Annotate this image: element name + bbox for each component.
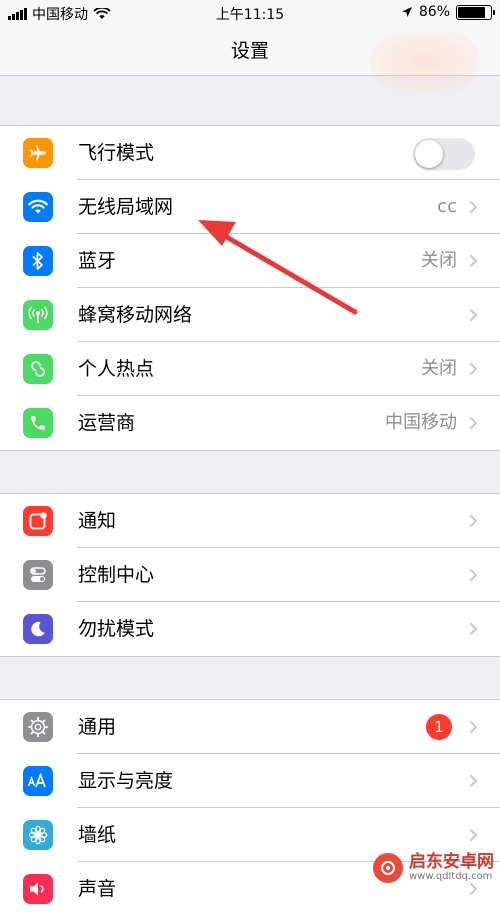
setting-label: 通用 bbox=[78, 716, 117, 738]
chevron-right-icon bbox=[469, 774, 478, 788]
chevron-right-icon bbox=[469, 362, 478, 376]
notifications-icon bbox=[23, 506, 53, 536]
control-center-icon bbox=[23, 560, 53, 590]
settings-row-do-not-disturb[interactable]: 勿扰模式 bbox=[0, 602, 500, 656]
settings-row-wifi[interactable]: 无线局域网 cc bbox=[0, 180, 500, 234]
settings-row-airplane-mode[interactable]: 飞行模式 bbox=[0, 126, 500, 180]
display-aa-icon bbox=[23, 766, 53, 796]
phone-icon bbox=[23, 408, 53, 438]
navigation-bar: 设置 bbox=[0, 26, 500, 92]
flower-icon bbox=[23, 820, 53, 850]
status-bar: 中国移动 上午11:15 86% bbox=[0, 0, 500, 26]
setting-label: 显示与亮度 bbox=[78, 770, 174, 792]
setting-label: 蜂窝移动网络 bbox=[78, 304, 193, 326]
setting-label: 个人热点 bbox=[78, 358, 155, 380]
hotspot-icon bbox=[23, 354, 53, 384]
setting-label: 声音 bbox=[78, 878, 117, 900]
chevron-right-icon bbox=[469, 308, 478, 322]
chevron-right-icon bbox=[469, 254, 478, 268]
battery-icon bbox=[456, 4, 495, 20]
moon-icon bbox=[23, 614, 53, 644]
setting-value: 关闭 bbox=[421, 250, 457, 271]
location-arrow-icon bbox=[401, 7, 412, 17]
setting-label: 蓝牙 bbox=[78, 250, 117, 272]
page-title: 设置 bbox=[230, 40, 269, 62]
airplane-mode-toggle[interactable] bbox=[413, 138, 475, 170]
settings-group-general: 通用 1 显示与亮度 墙纸 声音 bbox=[0, 699, 500, 916]
settings-row-bluetooth[interactable]: 蓝牙 关闭 bbox=[0, 234, 500, 288]
setting-label: 无线局域网 bbox=[78, 196, 174, 218]
setting-label: 运营商 bbox=[78, 412, 136, 434]
settings-group-connectivity: 飞行模式 无线局域网 cc 蓝牙 关闭 蜂窝移动网络 个人热点 关闭 运营商 中… bbox=[0, 125, 500, 451]
settings-row-control-center[interactable]: 控制中心 bbox=[0, 548, 500, 602]
watermark-logo-icon bbox=[373, 853, 403, 883]
wifi-icon bbox=[23, 192, 53, 222]
battery-percentage: 86% bbox=[418, 4, 450, 20]
setting-label: 控制中心 bbox=[78, 564, 155, 586]
settings-row-carrier[interactable]: 运营商 中国移动 bbox=[0, 396, 500, 450]
setting-value: 中国移动 bbox=[385, 412, 457, 433]
chevron-right-icon bbox=[469, 514, 478, 528]
chevron-right-icon bbox=[469, 622, 478, 636]
settings-group-notifications: 通知 控制中心 勿扰模式 bbox=[0, 493, 500, 657]
chevron-right-icon bbox=[469, 720, 478, 734]
watermark-title: 启东安卓网 bbox=[409, 851, 494, 872]
chevron-right-icon bbox=[469, 882, 478, 896]
chevron-right-icon bbox=[469, 416, 478, 430]
speaker-icon bbox=[23, 874, 53, 904]
settings-row-notifications[interactable]: 通知 bbox=[0, 494, 500, 548]
gear-icon bbox=[23, 712, 53, 742]
setting-value: cc bbox=[437, 196, 457, 217]
site-watermark: 启东安卓网 www.qdltdq.com bbox=[373, 853, 494, 883]
settings-row-display-brightness[interactable]: 显示与亮度 bbox=[0, 754, 500, 808]
chevron-right-icon bbox=[469, 828, 478, 842]
settings-row-personal-hotspot[interactable]: 个人热点 关闭 bbox=[0, 342, 500, 396]
setting-label: 飞行模式 bbox=[78, 142, 155, 164]
cellular-antenna-icon bbox=[23, 300, 53, 330]
setting-label: 通知 bbox=[78, 510, 117, 532]
settings-row-general[interactable]: 通用 1 bbox=[0, 700, 500, 754]
chevron-right-icon bbox=[469, 200, 478, 214]
airplane-icon bbox=[23, 138, 53, 168]
setting-value: 关闭 bbox=[421, 358, 457, 379]
watermark-url: www.qdltdq.com bbox=[409, 870, 493, 882]
update-badge: 1 bbox=[426, 714, 452, 740]
setting-label: 勿扰模式 bbox=[78, 618, 155, 640]
bluetooth-icon bbox=[23, 246, 53, 276]
chevron-right-icon bbox=[469, 568, 478, 582]
settings-row-cellular[interactable]: 蜂窝移动网络 bbox=[0, 288, 500, 342]
setting-label: 墙纸 bbox=[78, 824, 117, 846]
